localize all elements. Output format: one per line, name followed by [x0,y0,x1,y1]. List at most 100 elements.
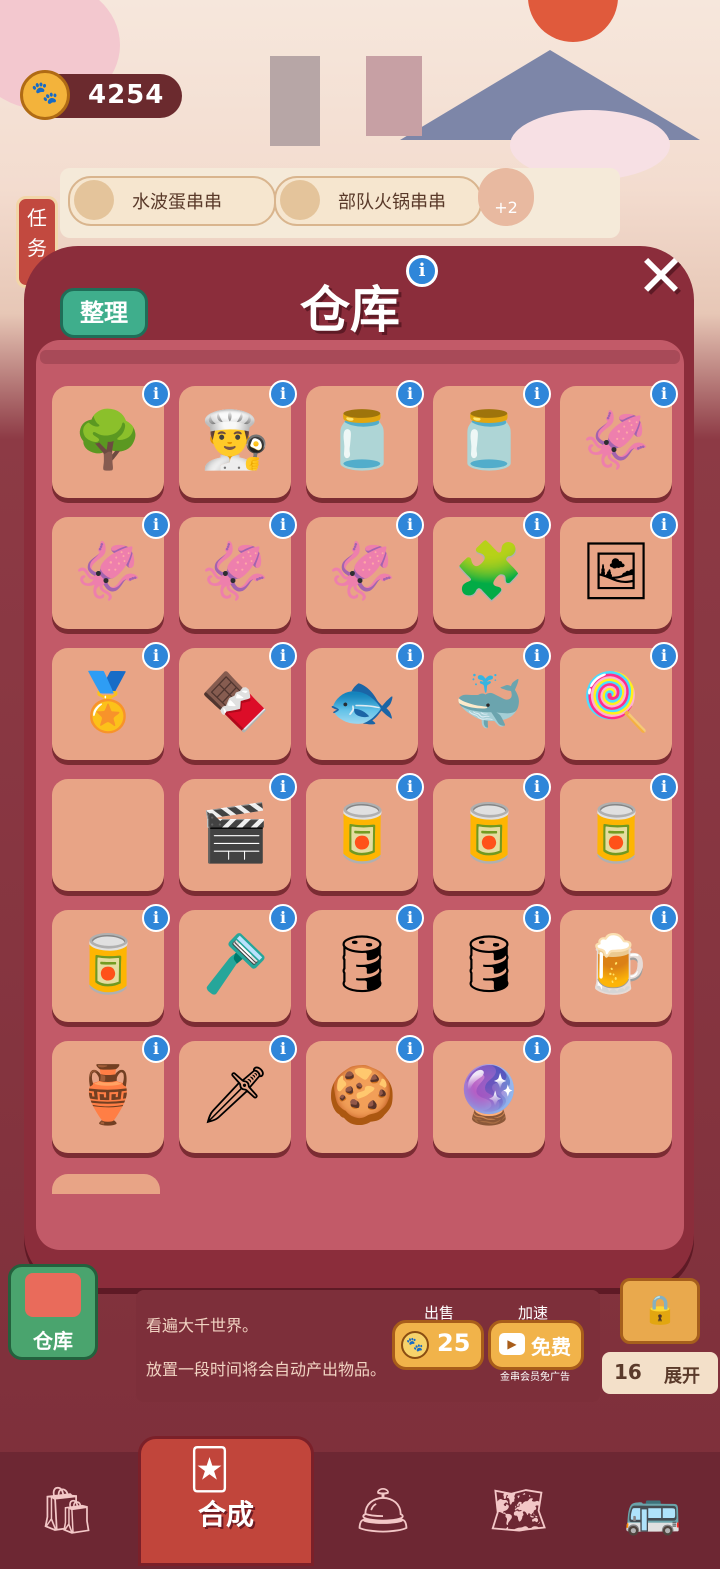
title-info-icon[interactable]: i [406,255,438,287]
lollipop-icon: 🍭 [581,670,651,735]
grid-cell[interactable]: 🐟 i [306,642,424,760]
info-icon[interactable]: i [269,642,297,670]
info-icon[interactable]: i [269,904,297,932]
info-icon[interactable]: i [650,380,678,408]
info-icon[interactable]: i [269,1035,297,1063]
nav-service-bell-icon[interactable]: 🛎 [338,1470,428,1550]
puzzle-picture-icon: 🖼 [580,539,652,604]
info-icon[interactable]: i [523,904,551,932]
nav-tab-merge[interactable]: 🃏 合成 [138,1436,314,1566]
clapperboard-icon: 🎬 [200,801,270,866]
info-icon[interactable]: i [269,380,297,408]
info-icon[interactable]: i [523,642,551,670]
grid-cell[interactable]: 🌳 i [52,380,170,498]
expand-count: 16 [614,1360,642,1384]
info-icon[interactable]: i [650,904,678,932]
jar-icon: 🥫 [581,801,651,866]
grid-cell[interactable]: 🦑 i [560,380,678,498]
grid-cell[interactable]: 🗡 i [179,1035,297,1153]
crystal-ball-icon: 🔮 [454,1063,524,1128]
info-icon[interactable]: i [650,773,678,801]
info-icon[interactable]: i [523,380,551,408]
grid-cell[interactable]: 🫙 i [306,380,424,498]
grid-cell[interactable]: 🛢 i [306,904,424,1022]
grid-cell[interactable]: 🏅 i [52,642,170,760]
grid-scroll-edge [40,350,680,364]
info-icon[interactable]: i [142,1035,170,1063]
info-icon[interactable]: i [523,511,551,539]
sell-button[interactable]: 🐾 25 [392,1320,484,1370]
grid-cell[interactable]: 🥫 i [433,773,551,891]
grid-cell[interactable]: 🥫 i [560,773,678,891]
info-icon[interactable]: i [523,1035,551,1063]
bonus-badge-label: +2 [494,198,518,217]
info-icon[interactable]: i [650,642,678,670]
dish-icon [74,180,114,220]
grid-cell[interactable] [52,779,164,891]
tree-icon: 🌳 [73,408,143,473]
grid-cell[interactable]: 🐳 i [433,642,551,760]
building-decoration [366,56,422,136]
info-icon[interactable]: i [396,904,424,932]
nav-map-icon[interactable]: 🗺 [474,1470,564,1550]
whale-icon: 🐳 [454,670,524,735]
grid-cell[interactable]: 🏺 i [52,1035,170,1153]
info-icon[interactable]: i [523,773,551,801]
grid-cell[interactable]: 🦑 i [179,511,297,629]
grid-cell[interactable]: 🔮 i [433,1035,551,1153]
grid-cell[interactable]: 🪒 i [179,904,297,1022]
info-icon[interactable]: i [142,904,170,932]
grid-cell[interactable]: 🫙 i [433,380,551,498]
paw-coin-icon: 🐾 [401,1331,429,1359]
keg-icon: 🍺 [581,932,651,997]
barrel-icon: 🛢 [453,932,525,997]
dialog-title: 仓库 [300,281,400,339]
grid-cell[interactable]: 🧩 i [433,511,551,629]
info-icon[interactable]: i [269,511,297,539]
squid-shreds-icon: 🦑 [73,539,143,604]
jar-icon: 🥫 [73,932,143,997]
barrel-icon: 🛢 [326,932,398,997]
storage-button[interactable]: 仓库 [8,1264,98,1360]
nav-shop-icon[interactable]: 🛍 [22,1470,112,1550]
info-icon[interactable]: i [650,511,678,539]
grid-cell[interactable]: 🥫 i [306,773,424,891]
storage-box-icon [25,1273,81,1317]
grid-cell[interactable]: 🖼 i [560,511,678,629]
info-icon[interactable]: i [396,511,424,539]
chest-icon[interactable]: 🔒 [620,1278,700,1344]
nav-bus-icon[interactable]: 🚌 [608,1470,698,1550]
info-icon[interactable]: i [396,380,424,408]
info-icon[interactable]: i [396,642,424,670]
grid-cell[interactable]: 🍺 i [560,904,678,1022]
close-icon[interactable]: ✕ [630,246,692,308]
grid-cell[interactable]: 🍭 i [560,642,678,760]
bonus-badge[interactable]: +2 [478,168,534,226]
info-icon[interactable]: i [396,1035,424,1063]
info-icon[interactable]: i [142,380,170,408]
order-1[interactable]: 水波蛋串串 [68,176,276,226]
grid-cell[interactable]: 🥫 i [52,904,170,1022]
chef-hat-icon: 👨‍🍳 [200,408,270,473]
info-icon[interactable]: i [269,773,297,801]
info-icon[interactable]: i [142,642,170,670]
grid-cell[interactable]: 🦑 i [306,511,424,629]
nav-tab-merge-label: 合成 [197,1498,254,1531]
expand-button[interactable]: 16 展开 [602,1352,718,1394]
building-decoration [270,56,320,146]
speed-up-button[interactable]: ▶ 免费 [488,1320,584,1370]
order-2[interactable]: 部队火锅串串 [274,176,482,226]
producer-desc-line1: 看遍大千世界。 [146,1316,259,1335]
grid-cell[interactable]: 🎬 i [179,773,297,891]
info-icon[interactable]: i [142,511,170,539]
grid-cell-partial [52,1174,160,1194]
grid-cell[interactable]: 🛢 i [433,904,551,1022]
grid-cell[interactable]: 🍫 i [179,642,297,760]
sort-button[interactable]: 整理 [60,288,148,338]
grid-cell[interactable]: 🍪 i [306,1035,424,1153]
grid-cell[interactable]: 👨‍🍳 i [179,380,297,498]
video-ad-icon: ▶ [499,1333,525,1355]
info-icon[interactable]: i [396,773,424,801]
grid-cell[interactable] [560,1041,672,1153]
grid-cell[interactable]: 🦑 i [52,511,170,629]
